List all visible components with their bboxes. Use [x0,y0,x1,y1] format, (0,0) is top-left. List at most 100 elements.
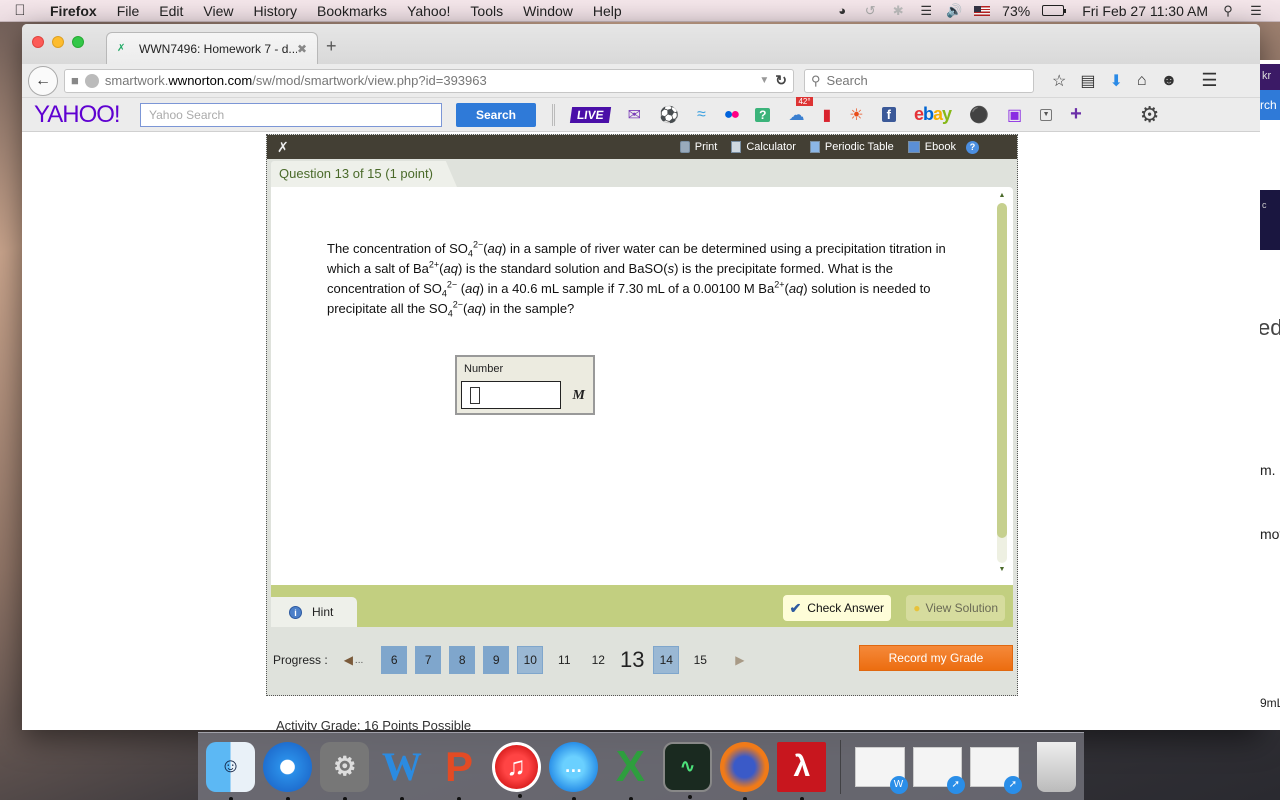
ebay-icon[interactable]: ebay [914,104,952,125]
browser-search-field[interactable]: ⚲ Search [804,68,1034,93]
add-app-icon[interactable]: + [1070,103,1082,126]
dock-itunes-icon[interactable]: ♫ [491,741,541,798]
view-solution-button[interactable]: ● View Solution [906,595,1005,621]
previous-question-arrow-icon[interactable]: ◀ [344,653,353,667]
bookmark-ribbon-icon[interactable]: ▮ [822,105,831,125]
print-button[interactable]: Print [679,141,717,153]
home-icon[interactable]: ⌂ [1137,72,1147,90]
menu-bookmarks[interactable]: Bookmarks [307,3,397,19]
facebook-icon[interactable]: f [881,107,896,122]
dock-messages-icon[interactable]: … [548,741,598,800]
spotlight-icon[interactable]: ⚲ [1220,3,1236,18]
yahoo-live-button[interactable]: LIVE [569,106,611,123]
answer-number-input[interactable] [461,381,561,409]
url-bar[interactable]: ■ smartwork.wwnorton.com/sw/mod/smartwor… [64,68,794,93]
progress-question-13-current[interactable]: 13 [619,646,645,674]
menu-app-firefox[interactable]: Firefox [40,3,107,19]
volume-icon[interactable]: 🔊 [946,3,962,18]
dock-system-preferences-icon[interactable]: ⚙ [320,741,370,800]
yahoo-search-input[interactable]: Yahoo Search [140,102,442,127]
dock-minimized-safari-window-2[interactable]: ➚ [969,746,1022,794]
input-source-flag-icon[interactable] [974,5,991,16]
progress-question-7[interactable]: 7 [415,646,442,674]
wifi-icon[interactable]: ☰ [918,3,934,18]
progress-question-11[interactable]: 11 [551,646,577,674]
hamburger-menu-icon[interactable]: ☰ [1201,70,1217,91]
weather-icon[interactable]: ☁ 42° [788,96,813,125]
flickr-icon[interactable]: ●● [724,106,740,124]
menu-tools[interactable]: Tools [460,3,513,19]
close-tab-icon[interactable]: ✖ [297,42,307,56]
movies-clapper-icon[interactable]: ▣ [1007,105,1022,125]
sync-icon[interactable]: ◕ [834,3,850,18]
progress-question-6[interactable]: 6 [381,646,408,674]
dock-excel-icon[interactable]: X [606,742,655,800]
dock-minimized-word-doc[interactable]: W [855,746,908,794]
toolbar-dropdown-icon[interactable]: ▼ [1040,108,1053,121]
dock-trash-icon[interactable] [1036,741,1077,792]
menu-history[interactable]: History [243,3,307,19]
time-machine-icon[interactable]: ↺ [862,3,878,18]
menu-view[interactable]: View [193,3,243,19]
dock-firefox-icon[interactable] [720,741,770,800]
notification-center-icon[interactable]: ☰ [1248,3,1264,18]
progress-question-12[interactable]: 12 [585,646,611,674]
scroll-thumb[interactable] [997,203,1007,538]
settings-gear-icon[interactable]: ⚙ [1140,102,1160,128]
scroll-down-arrow-icon[interactable]: ▼ [995,565,1009,575]
next-question-arrow-icon[interactable]: ▶ [735,653,744,667]
reading-list-icon[interactable]: ▤ [1080,71,1095,91]
bluetooth-icon[interactable]: ✱ [890,3,906,18]
dock-minimized-safari-window-1[interactable]: ➚ [912,746,965,794]
background-window-edge[interactable]: kr rch c ed m. mov 9mL [1260,60,1280,730]
progress-question-14[interactable]: 14 [653,646,680,674]
progress-question-10[interactable]: 10 [517,646,544,674]
answers-icon[interactable]: ? [755,107,771,122]
apple-menu-icon[interactable]:  [0,2,40,19]
periodic-table-button[interactable]: Periodic Table [809,141,894,153]
hint-button[interactable]: i Hint [271,597,357,627]
progress-question-9[interactable]: 9 [483,646,510,674]
dock-activity-monitor-icon[interactable]: ∿ [662,741,713,799]
finance-chart-icon[interactable]: ≈ [697,106,706,124]
close-window-button[interactable] [32,36,44,48]
calculator-button[interactable]: Calculator [731,141,796,153]
mail-icon[interactable]: ✉ [628,105,641,125]
progress-question-8[interactable]: 8 [449,646,476,674]
record-grade-button[interactable]: Record my Grade [859,645,1013,671]
back-button[interactable]: ← [28,65,58,96]
minimize-window-button[interactable] [52,36,64,48]
menu-yahoo[interactable]: Yahoo! [397,3,460,19]
menu-file[interactable]: File [107,3,150,19]
dock-powerpoint-icon[interactable]: P [434,742,483,800]
page-identity-icon[interactable]: ■ [71,73,79,88]
dock-safari-icon[interactable] [263,741,313,800]
progress-ellipsis[interactable]: ... [355,655,363,666]
menu-edit[interactable]: Edit [149,3,193,19]
menu-help[interactable]: Help [583,3,632,19]
new-tab-button[interactable]: + [326,36,337,57]
shopping-tag-icon[interactable]: ⚫ [969,105,989,125]
check-answer-button[interactable]: ✔ Check Answer [782,595,891,621]
browser-tab[interactable]: ✗ WWN7496: Homework 7 - d... ✖ [106,32,318,64]
progress-question-15[interactable]: 15 [687,646,713,674]
hello-chat-icon[interactable]: ☻ [1161,72,1178,90]
dock-acrobat-icon[interactable]: λ [777,741,827,800]
dock-word-icon[interactable]: W [377,742,426,800]
menu-window[interactable]: Window [513,3,583,19]
yahoo-logo[interactable]: YAHOO! [34,101,130,129]
bookmark-star-icon[interactable]: ☆ [1052,71,1066,91]
maximize-window-button[interactable] [72,36,84,48]
question-scrollbar[interactable]: ▲ ▼ [995,191,1009,577]
scroll-up-arrow-icon[interactable]: ▲ [995,191,1009,201]
reload-icon[interactable]: ↻ [775,72,787,89]
sports-basketball-icon[interactable]: ⚽ [659,105,679,125]
scroll-track[interactable] [997,203,1007,563]
clock[interactable]: Fri Feb 27 11:30 AM [1082,3,1208,19]
dock-finder-icon[interactable]: ☺ [206,741,256,800]
ebook-button[interactable]: Ebook [907,141,956,153]
url-dropdown-icon[interactable]: ▼ [759,75,769,86]
battery-percent[interactable]: 73% [1002,3,1030,19]
yahoo-search-button[interactable]: Search [456,102,536,127]
battery-icon[interactable] [1042,5,1067,16]
